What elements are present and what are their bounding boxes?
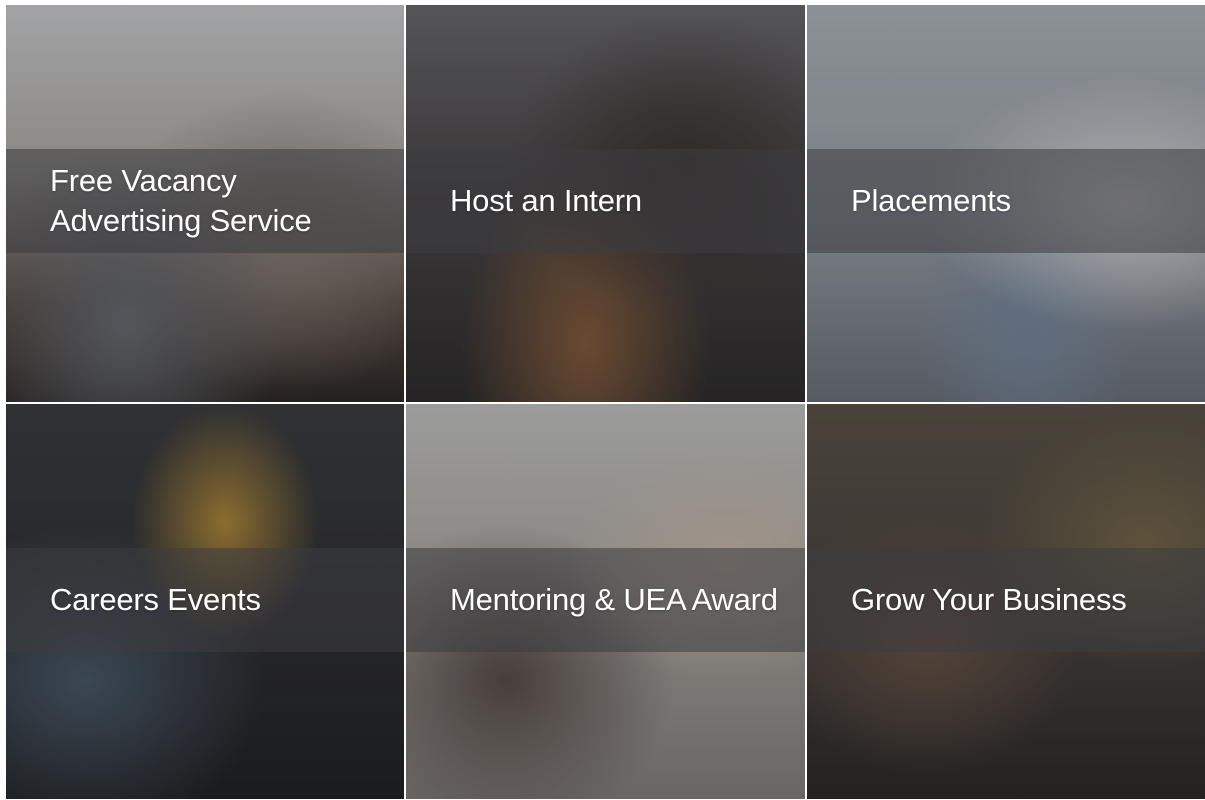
tile-placements[interactable]: Placements bbox=[807, 5, 1205, 402]
tile-label: Grow Your Business bbox=[851, 582, 1127, 617]
tile-careers-events[interactable]: Careers Events bbox=[6, 404, 404, 799]
tile-label: Careers Events bbox=[50, 582, 261, 617]
tile-label-band: Mentoring & UEA Award bbox=[406, 548, 805, 652]
tile-label: Mentoring & UEA Award bbox=[450, 582, 778, 617]
tile-label: Placements bbox=[851, 183, 1011, 218]
tile-label: Host an Intern bbox=[450, 183, 642, 218]
tile-label-band: Careers Events bbox=[6, 548, 404, 652]
tile-grow-your-business[interactable]: Grow Your Business bbox=[807, 404, 1205, 799]
tile-label: Free Vacancy Advertising Service bbox=[50, 163, 312, 238]
tile-label-band: Grow Your Business bbox=[807, 548, 1205, 652]
service-tile-grid: Free Vacancy Advertising Service Host an… bbox=[6, 5, 1205, 800]
tile-label-band: Placements bbox=[807, 149, 1205, 253]
tile-free-vacancy-advertising-service[interactable]: Free Vacancy Advertising Service bbox=[6, 5, 404, 402]
tile-mentoring-uea-award[interactable]: Mentoring & UEA Award bbox=[406, 404, 805, 799]
tile-host-an-intern[interactable]: Host an Intern bbox=[406, 5, 805, 402]
tile-label-band: Host an Intern bbox=[406, 149, 805, 253]
tile-label-band: Free Vacancy Advertising Service bbox=[6, 149, 404, 253]
